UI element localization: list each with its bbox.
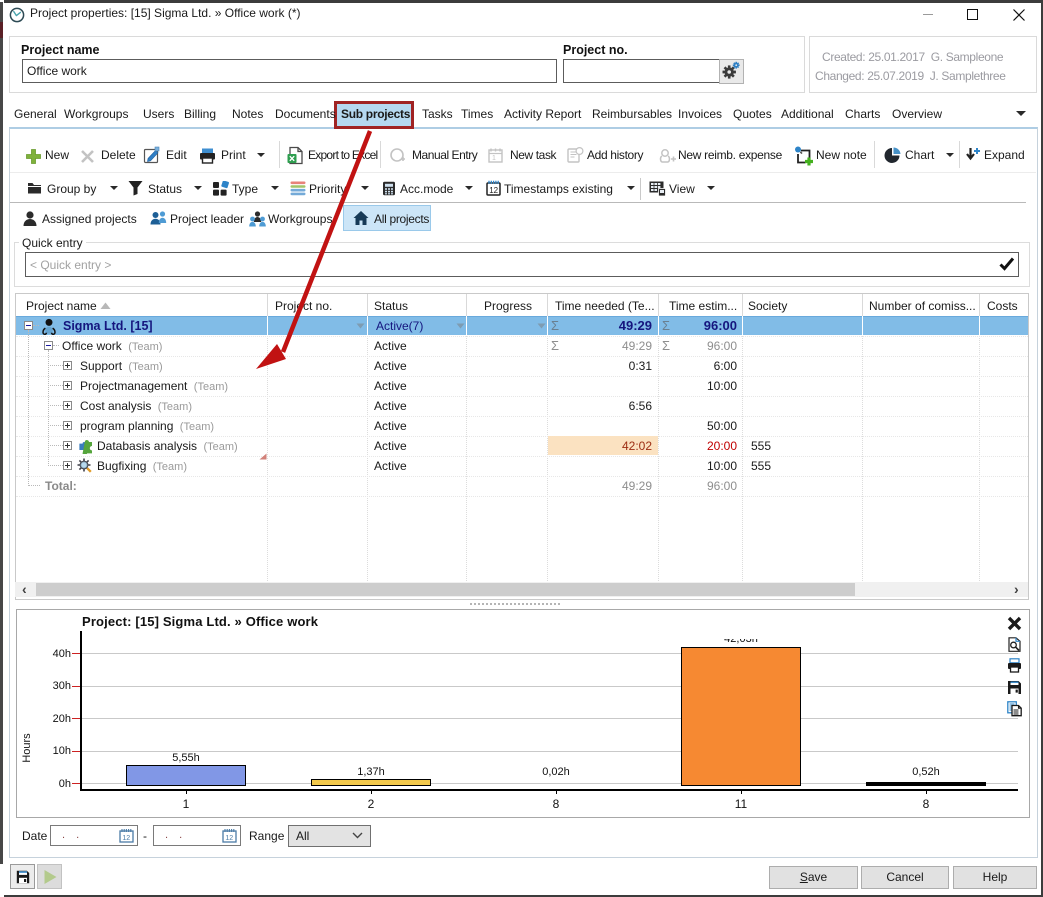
svg-text:12: 12 [489,186,498,195]
svg-text:12: 12 [122,835,130,842]
svg-text:12: 12 [225,835,233,842]
svg-text:1: 1 [492,155,496,162]
